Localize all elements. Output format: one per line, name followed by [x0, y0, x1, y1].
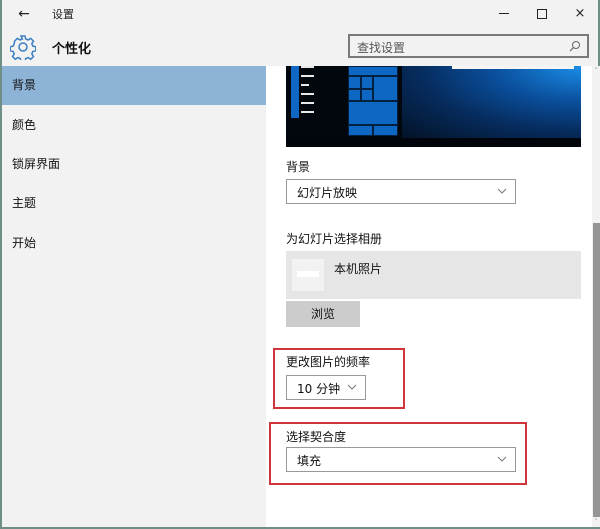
frequency-label: 更改图片的频率: [286, 355, 371, 369]
preview-tile: [348, 76, 361, 89]
close-icon: ×: [574, 6, 586, 21]
preview-tile: [361, 76, 373, 89]
sidebar: 背景 颜色 锁屏界面 主题 开始: [2, 66, 266, 527]
window-title: 设置: [52, 8, 74, 21]
sidebar-item-lock-screen[interactable]: 锁屏界面: [2, 145, 266, 184]
sidebar-item-start[interactable]: 开始: [2, 224, 266, 263]
sidebar-item-colors[interactable]: 颜色: [2, 106, 266, 145]
preview-wallpaper: [402, 66, 581, 138]
browse-button[interactable]: 浏览: [286, 301, 360, 327]
vertical-scrollbar[interactable]: ˄ ˅: [592, 66, 600, 527]
album-thumbnail-image: [297, 271, 319, 277]
background-label: 背景: [286, 160, 311, 174]
preview-top-bar: [452, 66, 574, 69]
frequency-dropdown-value: 10 分钟: [297, 382, 341, 396]
content-pane: 背景 幻灯片放映 为幻灯片选择相册 本机照片 浏览 更改图片的频率 10 分钟 …: [266, 66, 592, 527]
preview-start-list: [291, 66, 299, 118]
scroll-down-icon[interactable]: ˅: [592, 517, 600, 527]
search-placeholder: 查找设置: [357, 41, 406, 55]
maximize-button[interactable]: [522, 0, 562, 28]
album-label: 为幻灯片选择相册: [286, 232, 383, 246]
preview-tile: [348, 89, 361, 101]
search-input[interactable]: 查找设置: [348, 34, 589, 58]
chevron-down-icon: [347, 384, 357, 390]
album-name: 本机照片: [334, 262, 383, 276]
page-header: 个性化 查找设置: [2, 28, 598, 66]
album-thumbnail: [292, 259, 324, 291]
search-icon[interactable]: [569, 40, 581, 52]
page-title: 个性化: [52, 42, 92, 57]
preview-menu-line: [301, 66, 314, 68]
album-list-item[interactable]: 本机照片: [286, 251, 581, 299]
frequency-dropdown[interactable]: 10 分钟: [286, 375, 366, 400]
preview-menu-line: [301, 75, 314, 77]
preview-taskbar: [286, 138, 581, 147]
preview-menu-line: [301, 84, 309, 86]
sidebar-item-background[interactable]: 背景: [2, 66, 266, 105]
sidebar-item-themes[interactable]: 主题: [2, 184, 266, 223]
preview-menu-line: [301, 102, 314, 104]
preview-menu-line: [301, 111, 314, 113]
fit-label: 选择契合度: [286, 430, 347, 444]
preview-tile: [373, 76, 398, 101]
scroll-thumb[interactable]: [593, 223, 600, 517]
background-dropdown-value: 幻灯片放映: [297, 186, 358, 200]
fit-dropdown-value: 填充: [297, 454, 322, 468]
scroll-up-icon[interactable]: ˄: [592, 66, 600, 76]
gear-icon: [10, 35, 36, 60]
title-bar: ← 设置 ×: [2, 0, 598, 28]
minimize-icon: [499, 13, 509, 14]
minimize-button[interactable]: [484, 0, 524, 28]
preview-tile: [373, 125, 398, 136]
fit-dropdown[interactable]: 填充: [286, 447, 516, 472]
chevron-down-icon: [497, 456, 507, 462]
chevron-down-icon: [497, 188, 507, 194]
settings-window: ← 设置 × 个性化 查找设置 背景 颜色 锁屏界面 主题 开始 背景 幻灯片放…: [0, 0, 600, 529]
preview-menu-line: [301, 93, 314, 95]
maximize-icon: [537, 8, 547, 19]
preview-tile: [348, 66, 398, 76]
close-button[interactable]: ×: [560, 0, 600, 28]
background-dropdown[interactable]: 幻灯片放映: [286, 179, 516, 204]
preview-tile: [361, 89, 373, 101]
back-button[interactable]: ←: [10, 3, 38, 25]
back-arrow-icon: ←: [18, 6, 30, 22]
preview-tile: [348, 125, 373, 136]
preview-tile: [348, 101, 398, 125]
background-preview: [286, 66, 581, 147]
